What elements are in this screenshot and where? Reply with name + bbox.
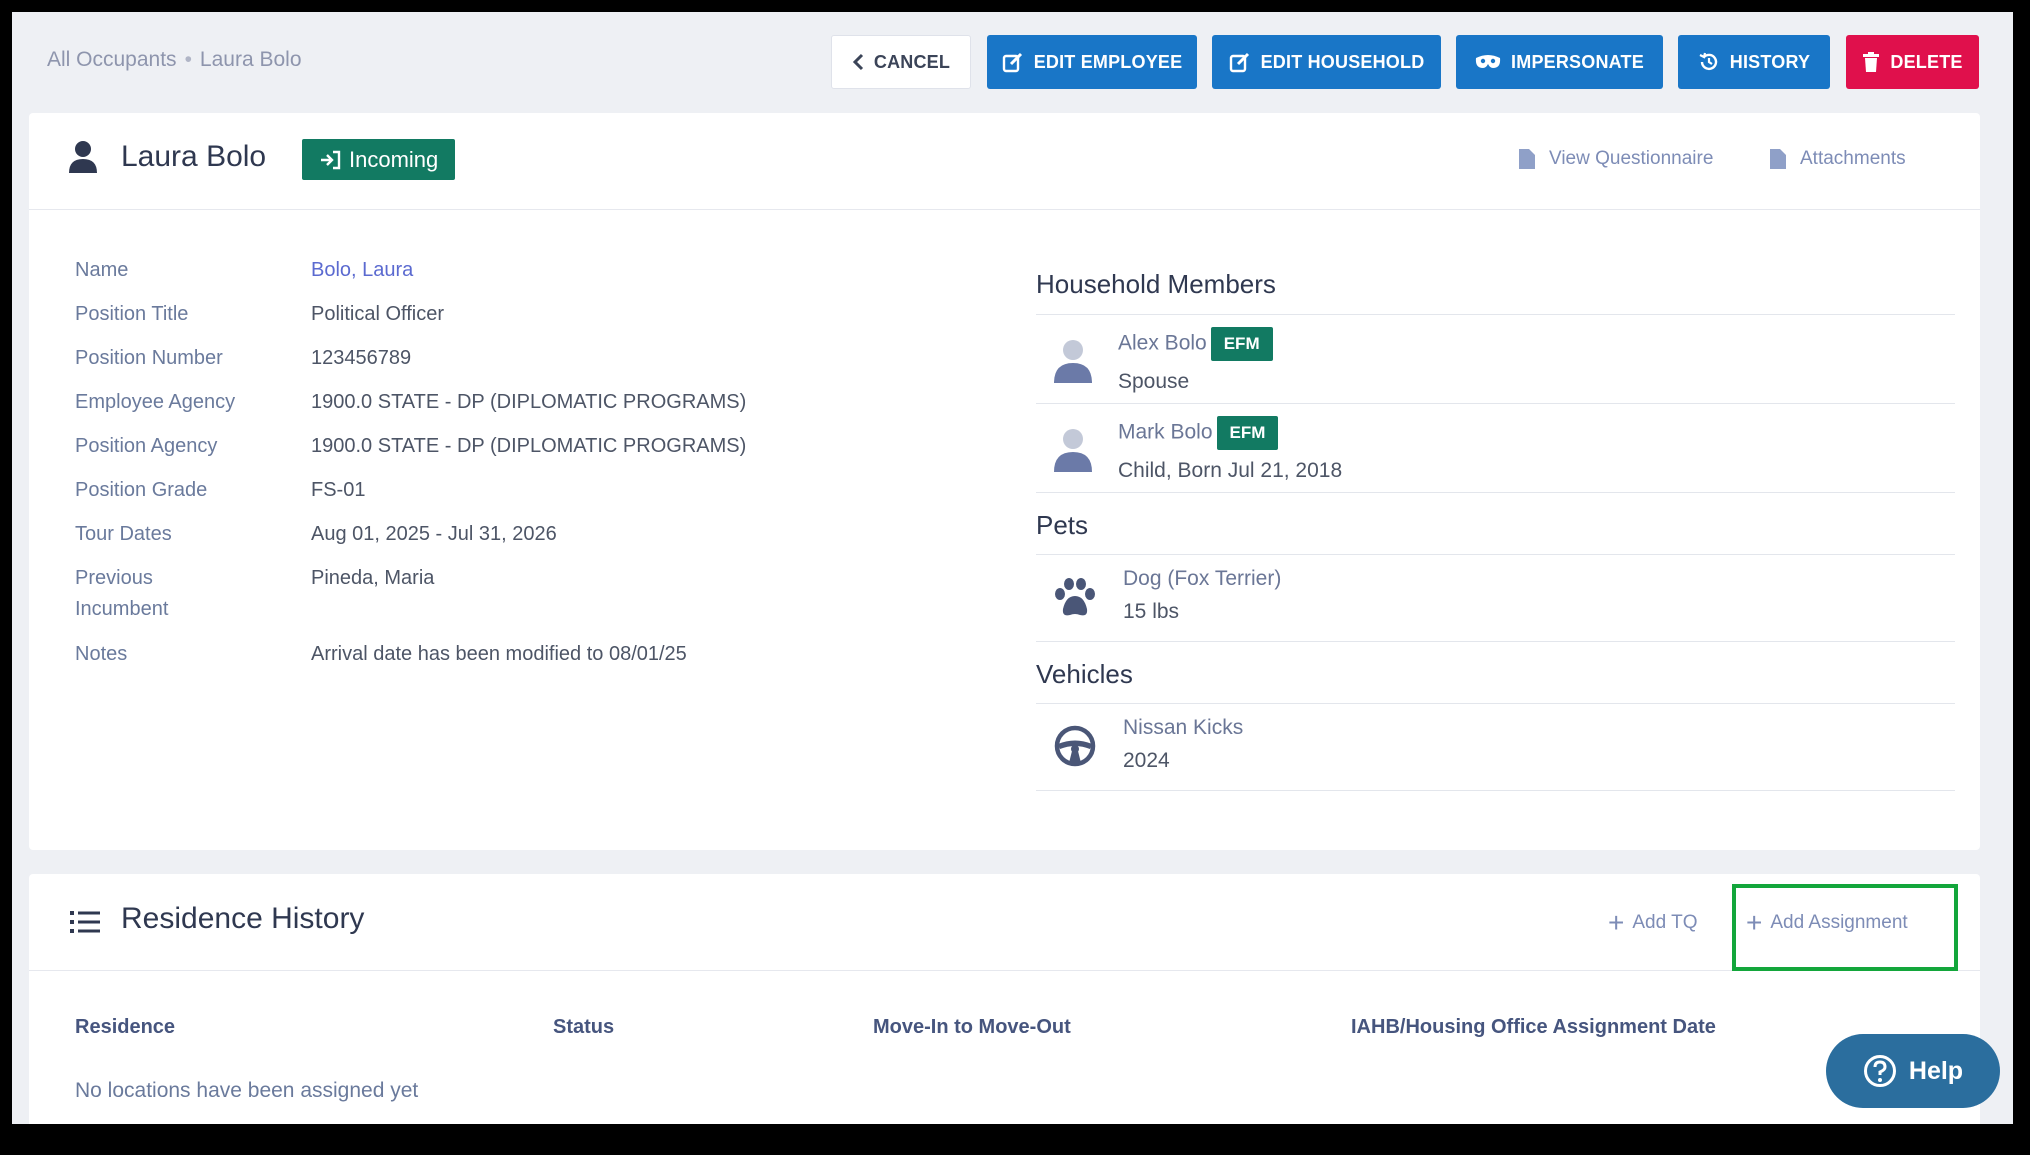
- detail-value: Political Officer: [311, 303, 445, 325]
- detail-value: Aug 01, 2025 - Jul 31, 2026: [311, 523, 557, 545]
- view-questionnaire-link[interactable]: View Questionnaire: [1519, 148, 1713, 170]
- list-icon: [70, 911, 100, 933]
- column-header-assignment-date: IAHB/Housing Office Assignment Date: [1351, 1016, 1716, 1038]
- delete-button[interactable]: DELETE: [1846, 35, 1979, 89]
- detail-label: Tour Dates: [75, 523, 172, 545]
- paw-icon: [1055, 578, 1095, 616]
- edit-household-label: EDIT HOUSEHOLD: [1260, 51, 1425, 72]
- column-header-move-dates: Move-In to Move-Out: [873, 1016, 1071, 1038]
- cancel-label: CANCEL: [873, 51, 951, 72]
- history-button[interactable]: HISTORY: [1678, 35, 1830, 89]
- household-members-title: Household Members: [1036, 269, 1276, 299]
- efm-badge: EFM: [1216, 416, 1279, 450]
- cancel-button[interactable]: CANCEL: [831, 35, 971, 89]
- divider: [1036, 641, 1955, 642]
- household-member-item[interactable]: Alex Bolo EFM Spouse: [1036, 315, 1955, 403]
- occupant-card: Laura Bolo Incoming View Questionnaire A…: [29, 113, 1980, 850]
- detail-value: Pineda, Maria: [311, 567, 435, 589]
- impersonate-label: IMPERSONATE: [1511, 51, 1644, 72]
- member-name-row: Alex Bolo EFM: [1118, 327, 1273, 361]
- member-relation: Child, Born Jul 21, 2018: [1118, 459, 1343, 482]
- breadcrumb: All Occupants • Laura Bolo: [47, 48, 302, 72]
- view-questionnaire-label: View Questionnaire: [1549, 148, 1714, 169]
- mask-icon: [1475, 55, 1501, 68]
- pet-name: Dog (Fox Terrier): [1123, 567, 1282, 590]
- status-badge: Incoming: [302, 139, 456, 180]
- file-icon: [1770, 149, 1786, 169]
- history-label: HISTORY: [1729, 51, 1811, 72]
- residence-history-card: Residence History + Add TQ + Add Assignm…: [29, 874, 1980, 1124]
- vehicle-item[interactable]: Nissan Kicks 2024: [1036, 704, 1955, 790]
- sign-in-icon: [321, 150, 341, 169]
- app-window: All Occupants • Laura Bolo CANCEL EDIT EMP…: [8, 8, 2017, 1128]
- detail-value: Arrival date has been modified to 08/01/…: [311, 643, 687, 665]
- breadcrumb-all-occupants[interactable]: All Occupants: [47, 48, 177, 71]
- pets-title: Pets: [1036, 510, 1089, 540]
- edit-employee-button[interactable]: EDIT EMPLOYEE: [987, 35, 1197, 89]
- residence-history-title: Residence History: [121, 902, 365, 935]
- edit-icon: [1002, 52, 1022, 73]
- help-label: Help: [1908, 1056, 1964, 1085]
- chevron-left-icon: [852, 53, 863, 71]
- detail-label: Notes: [75, 643, 128, 665]
- efm-badge: EFM: [1210, 327, 1273, 361]
- highlight-annotation: [1732, 884, 1958, 971]
- detail-value: 1900.0 STATE - DP (DIPLOMATIC PROGRAMS): [311, 435, 747, 457]
- top-bar: All Occupants • Laura Bolo CANCEL EDIT EMP…: [12, 12, 2013, 112]
- detail-label: Position Number: [75, 347, 223, 369]
- vehicle-name: Nissan Kicks: [1123, 716, 1244, 739]
- empty-state-message: No locations have been assigned yet: [75, 1079, 419, 1102]
- attachments-link[interactable]: Attachments: [1770, 148, 1906, 170]
- file-icon: [1519, 149, 1535, 169]
- pet-item[interactable]: Dog (Fox Terrier) 15 lbs: [1036, 555, 1955, 641]
- detail-label: Position Title: [75, 303, 189, 325]
- column-header-status: Status: [553, 1016, 615, 1038]
- user-icon: [1054, 340, 1092, 383]
- user-icon: [1054, 429, 1092, 472]
- detail-label: Name: [75, 259, 129, 281]
- breadcrumb-separator: •: [184, 48, 192, 71]
- edit-employee-label: EDIT EMPLOYEE: [1033, 51, 1183, 72]
- detail-label: Previous Incumbent: [75, 567, 169, 620]
- breadcrumb-current: Laura Bolo: [199, 48, 302, 71]
- pet-weight: 15 lbs: [1123, 600, 1180, 623]
- member-name: Alex Bolo: [1118, 331, 1207, 355]
- steering-wheel-icon: [1054, 725, 1096, 767]
- household-member-item[interactable]: Mark Bolo EFM Child, Born Jul 21, 2018: [1036, 404, 1955, 492]
- impersonate-button[interactable]: IMPERSONATE: [1456, 35, 1663, 89]
- employee-name-link[interactable]: Bolo, Laura: [311, 255, 911, 286]
- edit-icon: [1229, 52, 1249, 73]
- attachments-label: Attachments: [1800, 148, 1906, 169]
- occupant-header: Laura Bolo Incoming View Questionnaire A…: [29, 113, 1980, 210]
- delete-label: DELETE: [1890, 51, 1963, 72]
- occupant-name: Laura Bolo: [121, 140, 267, 173]
- member-name-row: Mark Bolo EFM: [1118, 416, 1279, 450]
- divider: [1036, 492, 1955, 493]
- plus-icon: +: [1608, 907, 1625, 938]
- column-header-residence: Residence: [75, 1016, 176, 1038]
- detail-label: Employee Agency: [75, 391, 236, 413]
- help-button[interactable]: Help: [1826, 1034, 2000, 1108]
- member-relation: Spouse: [1118, 370, 1190, 393]
- residence-history-header: Residence History + Add TQ + Add Assignm…: [29, 874, 1980, 971]
- trash-icon: [1863, 52, 1880, 72]
- add-tq-label: Add TQ: [1632, 912, 1698, 933]
- status-label: Incoming: [349, 146, 439, 172]
- detail-label: Position Grade: [75, 479, 208, 501]
- edit-household-button[interactable]: EDIT HOUSEHOLD: [1212, 35, 1441, 89]
- user-icon: [69, 141, 97, 173]
- detail-value: FS-01: [311, 479, 366, 501]
- question-circle-icon: [1863, 1055, 1896, 1087]
- vehicles-title: Vehicles: [1036, 659, 1133, 689]
- detail-value: 1900.0 STATE - DP (DIPLOMATIC PROGRAMS): [311, 391, 747, 413]
- detail-value: 123456789: [311, 347, 412, 369]
- detail-label: Position Agency: [75, 435, 218, 457]
- divider: [1036, 790, 1955, 791]
- vehicle-year: 2024: [1123, 749, 1170, 772]
- member-name: Mark Bolo: [1118, 420, 1213, 444]
- history-icon: [1699, 52, 1717, 71]
- add-tq-button[interactable]: + Add TQ: [1608, 909, 1698, 937]
